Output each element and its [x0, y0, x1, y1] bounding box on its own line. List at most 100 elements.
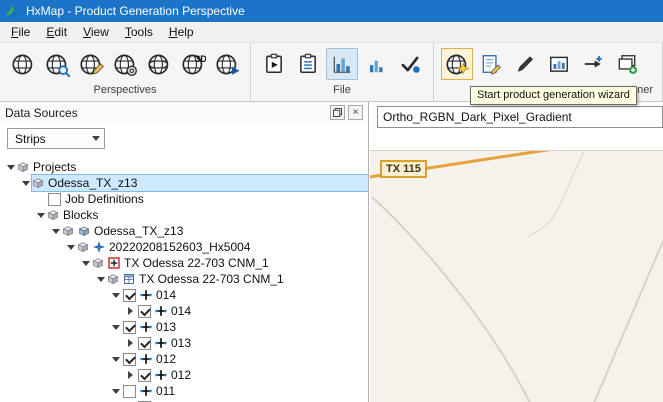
tree-item-job-definitions[interactable]: Job Definitions: [0, 191, 368, 207]
edit-form-button[interactable]: [475, 48, 507, 80]
expander-open-icon[interactable]: [109, 389, 122, 394]
checkbox-checked[interactable]: [123, 353, 136, 366]
tree-item-content: 013: [122, 319, 182, 335]
tree-item-content: 014: [137, 303, 197, 319]
strip-icon: [140, 289, 152, 301]
expander-open-icon[interactable]: [34, 213, 47, 218]
statistics-small-button[interactable]: [360, 48, 392, 80]
perspective-play-button[interactable]: [211, 48, 243, 80]
add-images-button[interactable]: [611, 48, 643, 80]
product-generation-wizard-button[interactable]: [441, 48, 473, 80]
checkbox-checked[interactable]: [123, 289, 136, 302]
toolbar-group-label: Perspectives: [7, 83, 243, 100]
tree-item-projects[interactable]: Projects: [0, 159, 368, 175]
expander-open-icon[interactable]: [4, 165, 17, 170]
tree-item-tx-odessa-22-703-cnm-1[interactable]: TX Odessa 22-703 CNM_1: [0, 271, 368, 287]
tree-item-013[interactable]: 013: [0, 335, 368, 351]
tree-item-content: TX Odessa 22-703 CNM_1: [92, 255, 275, 271]
tree-item-012[interactable]: 012: [0, 351, 368, 367]
cube-icon: [107, 273, 119, 285]
append-item-icon: [582, 53, 604, 75]
tree-item-content: 012: [122, 351, 182, 367]
expander-collapsed-icon[interactable]: [124, 307, 137, 315]
tree-item-blocks[interactable]: Blocks: [0, 207, 368, 223]
tree-item-content: Job Definitions: [47, 191, 150, 207]
tree-item-label: 013: [171, 336, 193, 350]
checkbox-checked[interactable]: [138, 305, 151, 318]
map-roads: [370, 151, 663, 402]
expander-collapsed-icon[interactable]: [124, 339, 137, 347]
menu-help[interactable]: Help: [161, 23, 202, 41]
menu-file[interactable]: File: [3, 23, 38, 41]
tree-item-014[interactable]: 014: [0, 303, 368, 319]
menu-edit[interactable]: Edit: [38, 23, 75, 41]
validate-button[interactable]: [394, 48, 426, 80]
tree-item-odessa-tx-z13[interactable]: Odessa_TX_z13: [0, 223, 368, 239]
perspective-edit-button[interactable]: [75, 48, 107, 80]
tree-item-label: Blocks: [63, 208, 100, 222]
perspective-play-icon: [215, 52, 240, 77]
close-panel-button[interactable]: ×: [348, 105, 363, 120]
title-bar: HxMap - Product Generation Perspective: [0, 0, 663, 22]
tree-item-odessa-tx-z13[interactable]: Odessa_TX_z13: [0, 175, 368, 191]
expander-open-icon[interactable]: [19, 181, 32, 186]
expander-open-icon[interactable]: [109, 357, 122, 362]
block-icon: [78, 225, 90, 237]
perspective-search-button[interactable]: [41, 48, 73, 80]
checkbox-checked[interactable]: [138, 369, 151, 382]
menu-view[interactable]: View: [75, 23, 117, 41]
float-panel-button[interactable]: [330, 105, 345, 120]
cube-icon: [92, 257, 104, 269]
perspective-grid-button[interactable]: [143, 48, 175, 80]
tree-item-20220208152603-hx5004[interactable]: 20220208152603_Hx5004: [0, 239, 368, 255]
job-list-icon: [297, 53, 319, 75]
product-name-field[interactable]: [377, 106, 663, 128]
tree-item-label: Projects: [33, 160, 78, 174]
perspective-default-button[interactable]: [7, 48, 39, 80]
strip-icon: [155, 369, 167, 381]
tree-item-014[interactable]: 014: [0, 287, 368, 303]
tree-item-tx-odessa-22-703-cnm-1[interactable]: TX Odessa 22-703 CNM_1: [0, 255, 368, 271]
window-title: HxMap - Product Generation Perspective: [26, 4, 245, 18]
strip-icon: [140, 321, 152, 333]
tree-item-content: 011: [122, 383, 181, 399]
toolbar-group-label: File: [258, 83, 426, 100]
perspective-3d-button[interactable]: 3D: [177, 48, 209, 80]
tree-item-label: 014: [171, 304, 193, 318]
annotate-pen-button[interactable]: [509, 48, 541, 80]
menu-tools[interactable]: Tools: [117, 23, 161, 41]
expander-open-icon[interactable]: [79, 261, 92, 266]
strips-dropdown-value: Strips: [8, 132, 87, 146]
tree-item-label: Odessa_TX_z13: [94, 224, 185, 238]
tree-item-013[interactable]: 013: [0, 319, 368, 335]
expander-collapsed-icon[interactable]: [124, 371, 137, 379]
expander-open-icon[interactable]: [94, 277, 107, 282]
tree-item-content: Odessa_TX_z13: [32, 175, 368, 191]
job-list-button[interactable]: [292, 48, 324, 80]
perspective-processing-button[interactable]: [109, 48, 141, 80]
annotate-pen-icon: [514, 53, 536, 75]
tree-item-012[interactable]: 012: [0, 367, 368, 383]
tooltip: Start product generation wizard: [470, 86, 637, 105]
road-shield-label: TX 115: [380, 160, 427, 178]
checkbox-checked[interactable]: [138, 337, 151, 350]
run-job-button[interactable]: [258, 48, 290, 80]
map-view[interactable]: TX 115: [370, 150, 663, 402]
float-icon: [333, 108, 342, 117]
checkbox-unchecked[interactable]: [48, 193, 61, 206]
image-statistics-button[interactable]: [543, 48, 575, 80]
strips-dropdown[interactable]: Strips: [7, 128, 105, 149]
statistics-icon: [331, 53, 353, 75]
expander-open-icon[interactable]: [49, 229, 62, 234]
cube-icon: [47, 209, 59, 221]
add-images-icon: [616, 53, 638, 75]
tree-item-content: 013: [137, 335, 197, 351]
expander-open-icon[interactable]: [109, 293, 122, 298]
statistics-button[interactable]: [326, 48, 358, 80]
checkbox-unchecked[interactable]: [123, 385, 136, 398]
expander-open-icon[interactable]: [109, 325, 122, 330]
append-item-button[interactable]: [577, 48, 609, 80]
expander-open-icon[interactable]: [64, 245, 77, 250]
tree-item-011[interactable]: 011: [0, 383, 368, 399]
checkbox-checked[interactable]: [123, 321, 136, 334]
